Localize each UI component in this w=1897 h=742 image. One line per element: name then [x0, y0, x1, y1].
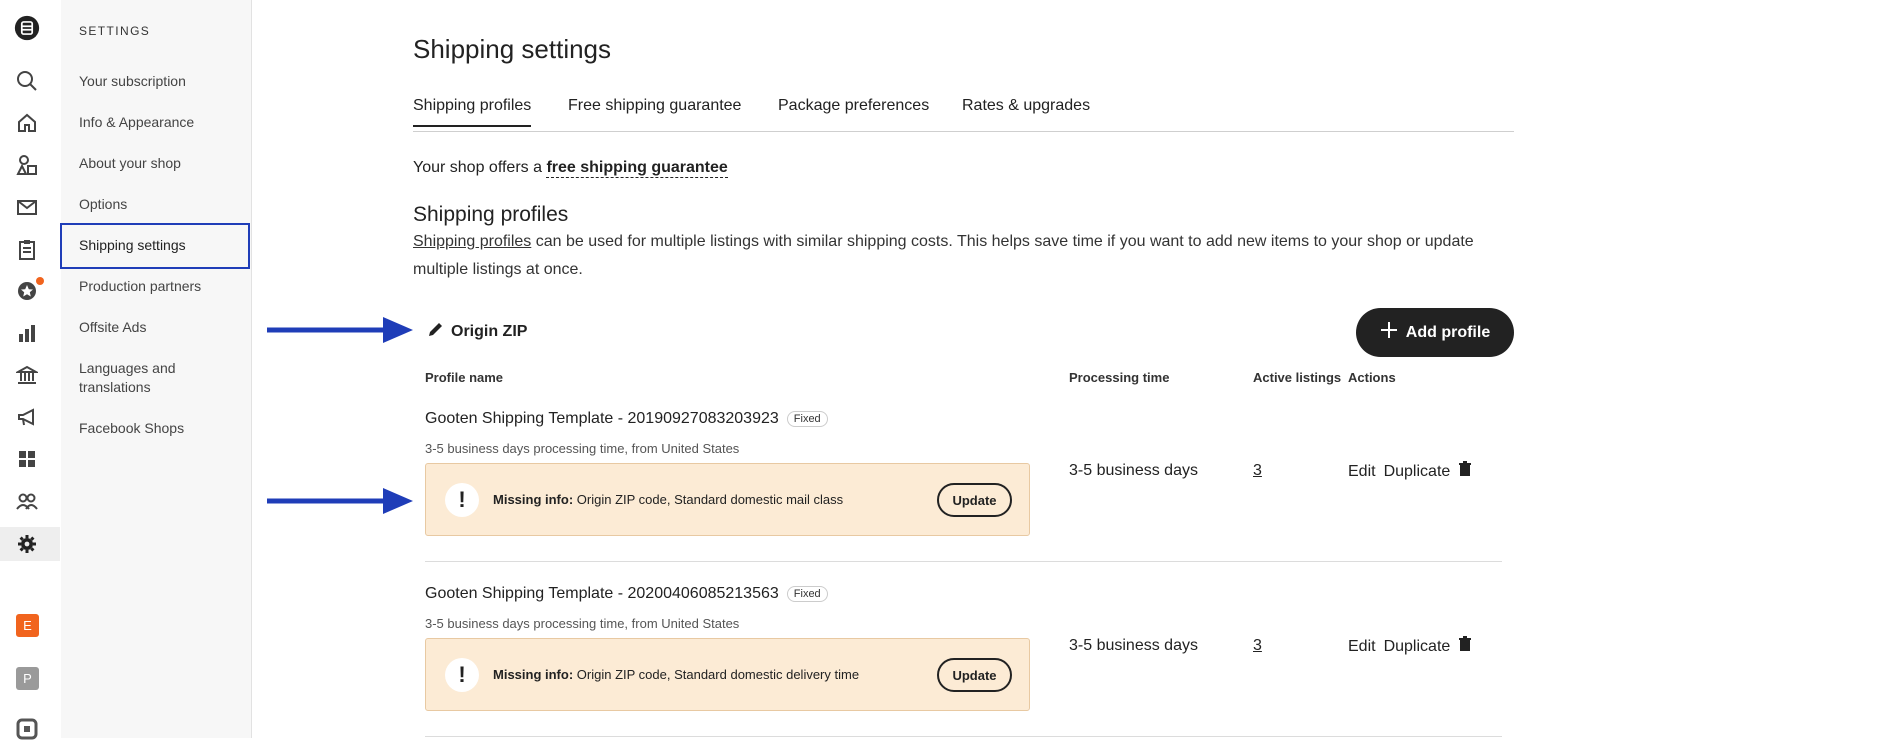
- shop-avatar-e[interactable]: E: [16, 614, 39, 637]
- profile-name-text[interactable]: Gooten Shipping Template - 2020040608521…: [425, 585, 779, 603]
- sidebar-heading: SETTINGS: [79, 24, 151, 38]
- column-header-actions: Actions: [1348, 370, 1396, 385]
- shop-avatar-p[interactable]: P: [16, 667, 39, 690]
- add-profile-label: Add profile: [1405, 323, 1491, 341]
- plus-icon: [1380, 321, 1398, 344]
- grid-icon[interactable]: [14, 446, 40, 472]
- fixed-badge: Fixed: [786, 586, 828, 602]
- pencil-icon: [427, 320, 445, 343]
- fixed-badge: Fixed: [786, 411, 828, 427]
- section-description: Shipping profiles can be used for multip…: [413, 228, 1523, 284]
- bank-icon[interactable]: [14, 362, 40, 388]
- update-button[interactable]: Update: [937, 483, 1012, 517]
- mail-icon[interactable]: [14, 194, 40, 220]
- sidebar-item-production-partners[interactable]: Production partners: [79, 277, 249, 296]
- profile-actions: Edit Duplicate: [1348, 636, 1472, 657]
- guarantee-prefix: Your shop offers a: [413, 159, 547, 176]
- column-header-active-listings: Active listings: [1253, 370, 1342, 385]
- missing-info-alert: ! Missing info: Origin ZIP code, Standar…: [425, 463, 1030, 536]
- edit-button[interactable]: Edit: [1348, 463, 1376, 481]
- processing-time-value: 3-5 business days: [1069, 637, 1198, 654]
- origin-zip-button[interactable]: Origin ZIP: [427, 320, 527, 343]
- annotation-arrow-icon: [265, 313, 415, 352]
- edit-button[interactable]: Edit: [1348, 638, 1376, 656]
- column-header-profile-name: Profile name: [425, 370, 504, 385]
- missing-info-alert: ! Missing info: Origin ZIP code, Standar…: [425, 638, 1030, 711]
- guarantee-link[interactable]: free shipping guarantee: [546, 159, 728, 178]
- origin-zip-label: Origin ZIP: [451, 322, 528, 340]
- missing-info-message: Missing info: Origin ZIP code, Standard …: [493, 492, 843, 507]
- sidebar-item-facebook-shops[interactable]: Facebook Shops: [79, 419, 249, 438]
- square-shop-icon[interactable]: [14, 716, 40, 742]
- megaphone-icon[interactable]: [14, 404, 40, 430]
- guarantee-notice: Your shop offers a free shipping guarant…: [413, 159, 728, 178]
- section-title: Shipping profiles: [413, 203, 569, 226]
- missing-info-label: Missing info:: [493, 492, 574, 507]
- tab-package-preferences[interactable]: Package preferences: [778, 97, 929, 115]
- sidebar-item-options[interactable]: Options: [79, 195, 249, 214]
- clipboard-icon[interactable]: [14, 236, 40, 262]
- trash-icon[interactable]: [1458, 461, 1472, 482]
- bar-chart-icon[interactable]: [14, 320, 40, 346]
- shapes-icon[interactable]: [14, 152, 40, 178]
- missing-info-label: Missing info:: [493, 667, 574, 682]
- active-listings-link[interactable]: 3: [1253, 462, 1262, 480]
- tab-bar: Shipping profiles Free shipping guarante…: [413, 95, 1514, 132]
- duplicate-button[interactable]: Duplicate: [1384, 638, 1451, 656]
- tab-free-shipping-guarantee[interactable]: Free shipping guarantee: [568, 97, 741, 115]
- annotation-highlight-box: [60, 223, 250, 269]
- tab-rates-upgrades[interactable]: Rates & upgrades: [962, 97, 1090, 115]
- sidebar-item-languages[interactable]: Languages and translations: [79, 359, 209, 397]
- missing-info-message: Missing info: Origin ZIP code, Standard …: [493, 667, 859, 682]
- profile-subtitle: 3-5 business days processing time, from …: [425, 441, 740, 456]
- duplicate-button[interactable]: Duplicate: [1384, 463, 1451, 481]
- column-header-processing-time: Processing time: [1069, 370, 1170, 385]
- processing-time-value: 3-5 business days: [1069, 462, 1198, 479]
- description-text: can be used for multiple listings with s…: [413, 233, 1474, 278]
- add-profile-button[interactable]: Add profile: [1356, 308, 1514, 357]
- missing-info-text: Origin ZIP code, Standard domestic deliv…: [573, 667, 860, 682]
- profile-actions: Edit Duplicate: [1348, 461, 1472, 482]
- sidebar-item-subscription[interactable]: Your subscription: [79, 72, 249, 91]
- trash-icon[interactable]: [1458, 636, 1472, 657]
- sidebar-item-info-appearance[interactable]: Info & Appearance: [79, 113, 249, 132]
- annotation-arrow-icon: [265, 484, 415, 523]
- missing-info-text: Origin ZIP code, Standard domestic mail …: [573, 492, 844, 507]
- sidebar-item-about-shop[interactable]: About your shop: [79, 154, 249, 173]
- notification-dot: [36, 277, 44, 285]
- page-title: Shipping settings: [413, 34, 612, 64]
- shop-avatar-letter: E: [23, 618, 32, 633]
- search-icon[interactable]: [14, 68, 40, 94]
- settings-sidebar: SETTINGS Your subscription Info & Appear…: [61, 0, 252, 738]
- profile-name: Gooten Shipping Template - 2020040608521…: [425, 585, 828, 603]
- exclamation-icon: !: [445, 658, 479, 692]
- row-divider: [425, 736, 1502, 737]
- profile-subtitle: 3-5 business days processing time, from …: [425, 616, 740, 631]
- icon-rail: E P: [0, 0, 60, 740]
- home-icon[interactable]: [14, 110, 40, 136]
- tab-shipping-profiles[interactable]: Shipping profiles: [413, 97, 532, 127]
- shop-avatar-letter: P: [23, 671, 32, 686]
- profile-name: Gooten Shipping Template - 2019092708320…: [425, 410, 828, 428]
- gear-icon[interactable]: [14, 531, 40, 557]
- row-divider: [425, 561, 1502, 562]
- update-button[interactable]: Update: [937, 658, 1012, 692]
- profile-name-text[interactable]: Gooten Shipping Template - 2019092708320…: [425, 410, 779, 428]
- logo-icon[interactable]: [14, 15, 40, 41]
- active-listings-link[interactable]: 3: [1253, 637, 1262, 655]
- exclamation-icon: !: [445, 483, 479, 517]
- sidebar-item-offsite-ads[interactable]: Offsite Ads: [79, 318, 249, 337]
- shipping-profiles-link[interactable]: Shipping profiles: [413, 233, 531, 250]
- people-icon[interactable]: [14, 488, 40, 514]
